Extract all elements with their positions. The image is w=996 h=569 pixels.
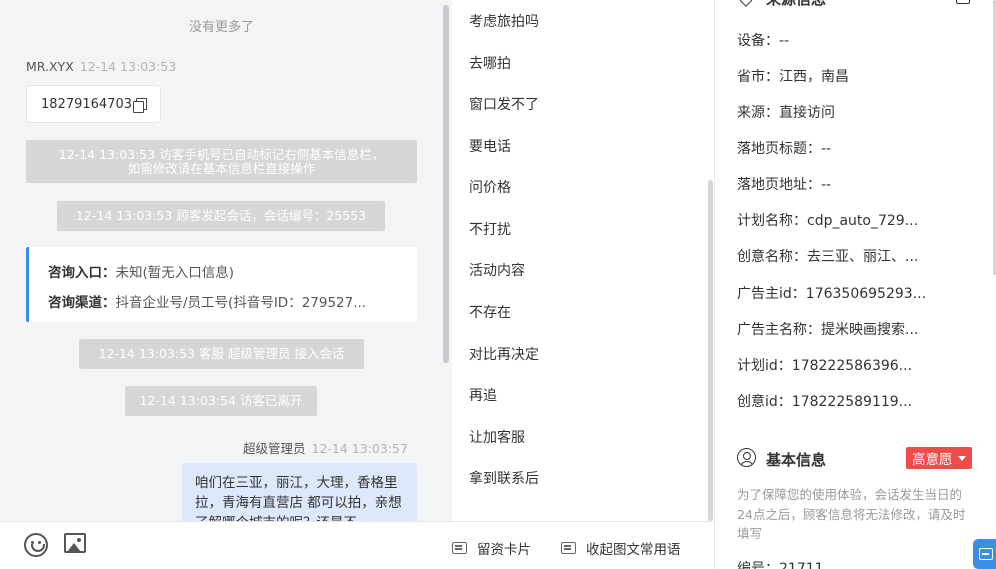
system-message-line: 如需修改请在基本信息栏直接操作 [127, 161, 316, 176]
quick-reply-item[interactable]: 活动内容 [469, 260, 525, 280]
info-row-creative-id: 创意id：178222589119... [737, 391, 912, 411]
consult-info-card: 咨询入口：未知(暂无入口信息) 咨询渠道：抖音企业号/员工号(抖音号ID：279… [26, 247, 417, 322]
quick-reply-item[interactable]: 让加客服 [469, 427, 525, 447]
info-value: -- [821, 177, 832, 193]
source-info-title: 来源信息 [766, 0, 826, 9]
quick-reply-scrollbar[interactable] [708, 180, 713, 521]
info-label: 设备： [737, 33, 779, 49]
quick-reply-footer: 留资卡片 收起图文常用语 [452, 521, 714, 569]
system-message-session-start: 12-14 13:03:53 顾客发起会话，会话编号：25553 [57, 201, 385, 231]
emoji-icon[interactable] [24, 533, 48, 557]
info-value: 江西，南昌 [779, 69, 849, 85]
quick-reply-item[interactable]: 考虑旅拍吗 [469, 11, 539, 31]
quick-reply-item[interactable]: 问价格 [469, 177, 511, 197]
consult-channel-label: 咨询渠道： [48, 295, 116, 311]
intent-level-label: 高意愿 [912, 452, 953, 468]
visitor-phone-number: 18279164703 [41, 96, 132, 112]
info-value: 178222586396... [791, 358, 913, 374]
location-icon [736, 0, 756, 7]
quick-reply-item[interactable]: 窗口发不了 [469, 94, 539, 114]
basic-info-title: 基本信息 [766, 451, 827, 469]
info-label: 广告主id： [737, 286, 806, 302]
info-label: 创意id： [737, 394, 792, 410]
agent-sender-line: 超级管理员 12-14 13:03:57 [243, 438, 408, 457]
quick-reply-item[interactable]: 不存在 [469, 302, 511, 322]
chat-icon [979, 548, 993, 560]
user-circle-icon [737, 448, 756, 467]
agent-name: 超级管理员 [243, 441, 306, 456]
visitor-name: MR.XYX [26, 59, 74, 74]
consult-entry-value: 未知(暂无入口信息) [115, 265, 235, 281]
image-icon[interactable] [64, 533, 86, 553]
quick-reply-item[interactable]: 对比再决定 [469, 344, 539, 364]
chat-scrollbar[interactable] [443, 5, 449, 363]
info-label: 计划id： [737, 358, 792, 374]
chat-panel: 没有更多了 MR.XYX 12-14 13:03:53 18279164703 1… [0, 0, 452, 569]
caret-down-icon [957, 455, 966, 461]
info-label: 计划名称： [737, 213, 807, 229]
info-row-landing-title: 落地页标题：-- [737, 138, 831, 158]
intent-level-dropdown[interactable]: 高意愿 [906, 447, 972, 469]
info-value: -- [779, 33, 790, 49]
visitor-info-panel: 来源信息 设备：-- 省市：江西，南昌 来源：直接访问 落地页标题：-- 落地页… [715, 0, 996, 569]
info-row-advertiser-id: 广告主id：176350695293... [737, 283, 926, 303]
info-row-advertiser-name: 广告主名称：提米映画搜索... [737, 319, 918, 339]
info-label: 落地页标题： [737, 141, 821, 157]
info-row-creative-name: 创意名称：去三亚、丽江、... [737, 246, 918, 266]
system-message-visitor-left: 12-14 13:03:54 访客已离开 [125, 386, 317, 416]
floating-chat-button[interactable] [973, 539, 996, 569]
info-value: -- [821, 141, 832, 157]
info-value: 21711 [779, 561, 824, 569]
info-label: 广告主名称： [737, 322, 821, 338]
visitor-phone-message[interactable]: 18279164703 [26, 85, 161, 123]
info-label: 省市： [737, 69, 779, 85]
collapse-phrases-button[interactable]: 收起图文常用语 [561, 538, 681, 558]
info-label: 落地页地址： [737, 177, 821, 193]
quick-reply-item[interactable]: 不打扰 [469, 219, 511, 239]
info-label: 编号： [737, 561, 779, 569]
copy-icon[interactable] [132, 97, 147, 113]
quick-reply-item[interactable]: 再追 [469, 385, 497, 405]
visitor-sender-line: MR.XYX 12-14 13:03:53 [26, 59, 176, 74]
info-row-id: 编号：21711 [737, 558, 824, 569]
info-row-landing-url: 落地页地址：-- [737, 174, 831, 194]
info-value: 去三亚、丽江、... [807, 249, 919, 265]
consult-entry-row: 咨询入口：未知(暂无入口信息) [48, 261, 234, 281]
chat-toolbar [0, 521, 452, 569]
lead-card-button[interactable]: 留资卡片 [452, 538, 531, 558]
consult-entry-label: 咨询入口： [48, 265, 116, 281]
system-message-agent-join: 12-14 13:03:53 客服 超级管理员 接入会话 [79, 339, 364, 369]
info-label: 创意名称： [737, 249, 807, 265]
consult-channel-value: 抖音企业号/员工号(抖音号ID：279527... [115, 295, 367, 311]
agent-time: 12-14 13:03:57 [311, 441, 408, 456]
info-label: 来源： [737, 105, 779, 121]
info-value: 直接访问 [779, 105, 835, 121]
info-value: 提米映画搜索... [821, 322, 919, 338]
quick-reply-list: 考虑旅拍吗 去哪拍 窗口发不了 要电话 问价格 不打扰 活动内容 不存在 对比再… [452, 0, 714, 521]
info-row-plan-id: 计划id：178222586396... [737, 355, 912, 375]
quick-reply-item[interactable]: 去哪拍 [469, 53, 511, 73]
collapse-phrases-label: 收起图文常用语 [586, 542, 681, 558]
info-value: cdp_auto_729... [807, 213, 919, 229]
info-value: 176350695293... [805, 286, 927, 302]
info-value: 178222589119... [791, 394, 913, 410]
no-more-text: 没有更多了 [188, 20, 254, 35]
chat-message-list[interactable]: 没有更多了 MR.XYX 12-14 13:03:53 18279164703 1… [0, 0, 452, 521]
info-row-plan-name: 计划名称：cdp_auto_729... [737, 210, 918, 230]
info-row-region: 省市：江西，南昌 [737, 66, 849, 86]
consult-channel-row: 咨询渠道：抖音企业号/员工号(抖音号ID：279527... [48, 291, 366, 311]
agent-message-bubble: 咱们在三亚，丽江，大理，香格里拉，青海有直营店 都可以拍，亲想了解哪个城市的呢？… [182, 463, 417, 521]
quick-reply-item[interactable]: 要电话 [469, 136, 511, 156]
basic-info-note: 为了保障您的使用体验，会话发生当日的24点之后，顾客信息将无法修改，请及时填写 [737, 487, 966, 541]
system-message-auto-mark: 12-14 13:03:53 访客手机号已自动标记右侧基本信息栏， 如需修改请在… [26, 140, 417, 183]
card-icon [561, 542, 576, 554]
info-row-device: 设备：-- [737, 30, 789, 50]
quick-reply-item[interactable]: 拿到联系后 [469, 468, 539, 488]
info-row-source: 来源：直接访问 [737, 102, 835, 122]
card-icon [452, 542, 467, 554]
lead-card-label: 留资卡片 [477, 542, 531, 558]
doc-icon[interactable] [956, 0, 970, 4]
system-message-line: 12-14 13:03:53 访客手机号已自动标记右侧基本信息栏， [58, 147, 385, 162]
visitor-time: 12-14 13:03:53 [79, 59, 177, 74]
